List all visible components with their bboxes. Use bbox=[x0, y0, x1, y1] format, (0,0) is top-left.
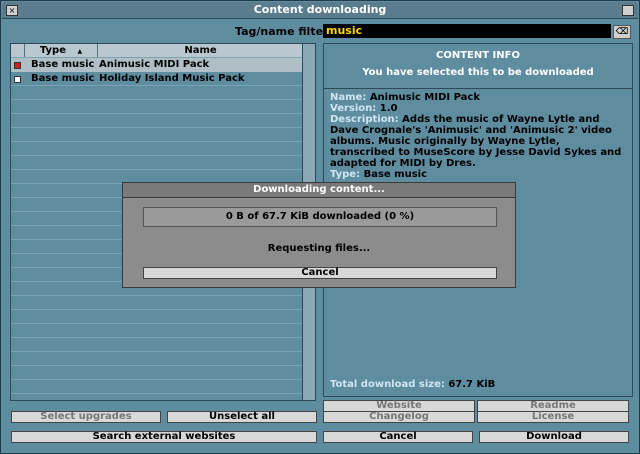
window-title: Content downloading bbox=[253, 3, 387, 16]
row-type: Base music bbox=[31, 73, 95, 84]
search-external-websites-button[interactable]: Search external websites bbox=[11, 431, 317, 443]
info-name: Animusic MIDI Pack bbox=[369, 92, 480, 103]
name-label: Name: bbox=[330, 92, 367, 103]
clear-filter-icon[interactable]: ⌫ bbox=[613, 25, 631, 39]
type-label: Type: bbox=[330, 169, 361, 180]
download-progress-bar: 0 B of 67.7 KiB downloaded (0 %) bbox=[143, 207, 497, 227]
column-header-name-label: Name bbox=[184, 45, 217, 56]
filter-input[interactable]: music bbox=[323, 24, 611, 38]
cancel-button[interactable]: Cancel bbox=[323, 431, 473, 443]
dialog-cancel-button[interactable]: Cancel bbox=[143, 267, 497, 279]
license-button[interactable]: License bbox=[477, 411, 629, 423]
sort-ascending-icon: ▲ bbox=[77, 48, 83, 55]
row-type: Base music bbox=[31, 59, 95, 70]
info-body: Name: Animusic MIDI Pack Version: 1.0 De… bbox=[330, 92, 626, 180]
close-icon[interactable]: × bbox=[6, 5, 18, 16]
select-upgrades-button[interactable]: Select upgrades bbox=[11, 411, 161, 423]
total-label: Total download size: bbox=[330, 379, 445, 390]
download-status: Requesting files... bbox=[267, 243, 371, 254]
version-label: Version: bbox=[330, 103, 377, 114]
row-name: Holiday Island Music Pack bbox=[99, 73, 245, 84]
sticky-icon[interactable] bbox=[622, 5, 634, 16]
selected-checkbox-icon[interactable] bbox=[14, 62, 21, 69]
filter-label: Tag/name filter: bbox=[235, 25, 333, 38]
unselected-checkbox-icon[interactable] bbox=[14, 76, 21, 83]
total-download-size: Total download size: 67.7 KiB bbox=[330, 379, 495, 390]
window-titlebar[interactable]: × Content downloading bbox=[2, 2, 638, 19]
description-label: Description: bbox=[330, 114, 399, 125]
downloading-dialog: Downloading content... 0 B of 67.7 KiB d… bbox=[122, 182, 516, 288]
unselect-all-button[interactable]: Unselect all bbox=[167, 411, 317, 423]
column-header-type[interactable]: Type ▲ bbox=[25, 44, 98, 57]
list-row-animusic[interactable]: Base music Animusic MIDI Pack bbox=[11, 58, 303, 72]
download-button[interactable]: Download bbox=[479, 431, 629, 443]
row-name: Animusic MIDI Pack bbox=[99, 59, 210, 70]
changelog-button[interactable]: Changelog bbox=[323, 411, 475, 423]
content-info-header: CONTENT INFO bbox=[436, 50, 520, 61]
info-version: 1.0 bbox=[379, 103, 398, 114]
list-row-holiday-island[interactable]: Base music Holiday Island Music Pack bbox=[11, 72, 303, 86]
selection-status: You have selected this to be downloaded bbox=[362, 67, 594, 78]
total-value: 67.7 KiB bbox=[448, 379, 496, 390]
column-header-type-label: Type bbox=[39, 45, 66, 56]
column-header-checkbox[interactable] bbox=[11, 44, 25, 57]
column-header-name[interactable]: Name bbox=[98, 44, 304, 57]
info-divider bbox=[324, 88, 632, 89]
dialog-title: Downloading content... bbox=[123, 183, 515, 198]
info-type: Base music bbox=[363, 169, 428, 180]
